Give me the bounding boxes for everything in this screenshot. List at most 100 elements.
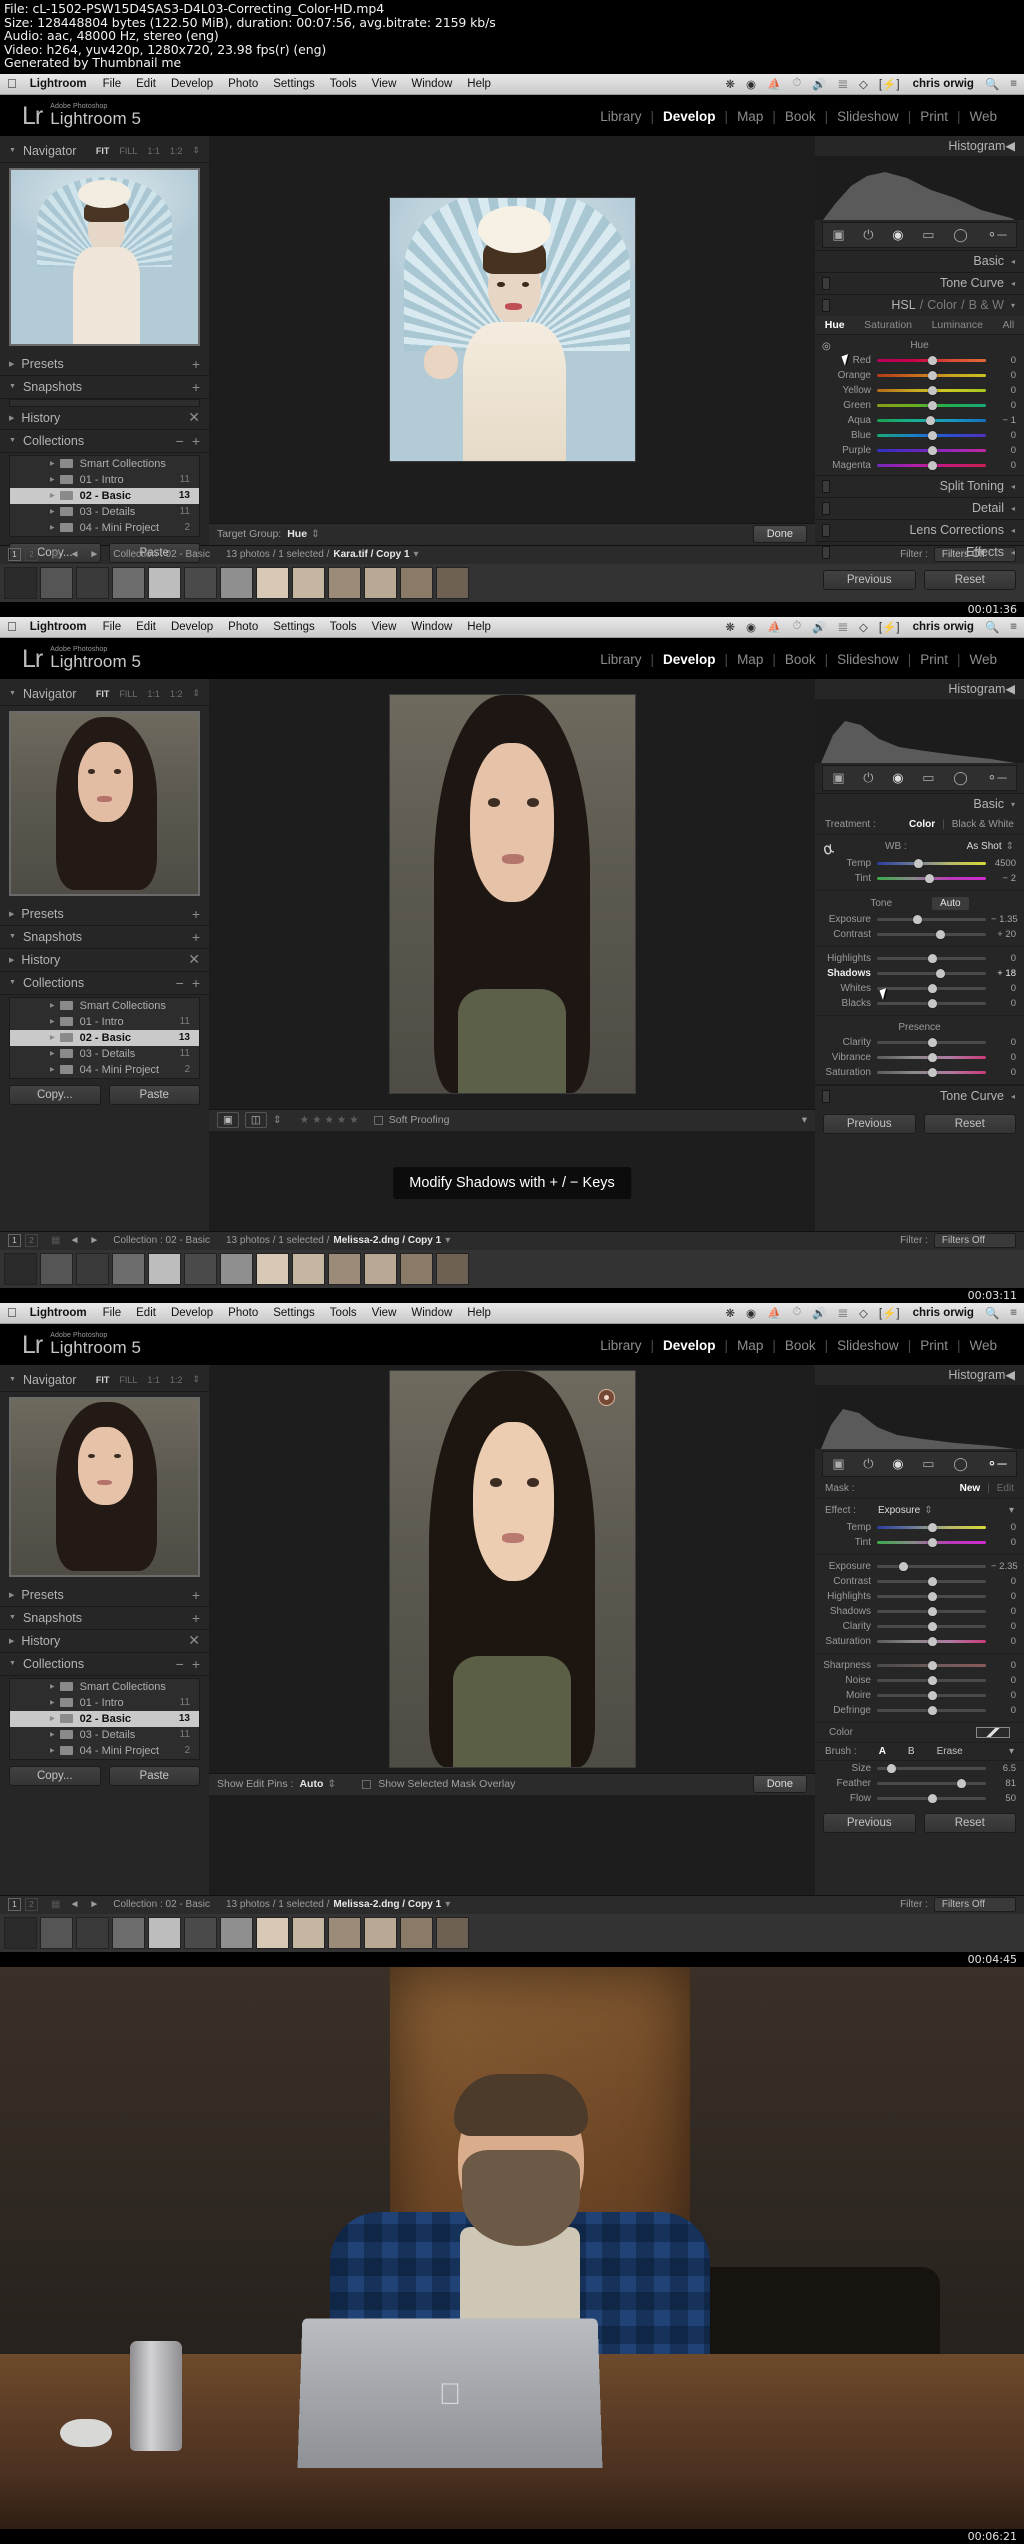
wifi-icon[interactable]: ◇	[859, 77, 868, 91]
apple-menu-icon[interactable]: 	[7, 77, 17, 90]
filmstrip-thumb[interactable]	[256, 1916, 289, 1949]
slider-knob[interactable]	[927, 998, 937, 1008]
edit-pin[interactable]	[597, 1388, 615, 1406]
reset-button[interactable]: Reset	[923, 1812, 1016, 1833]
slider-value[interactable]: 0	[986, 355, 1016, 366]
filmstrip-thumb[interactable]	[220, 566, 253, 599]
notification-icon[interactable]: ≡	[1010, 621, 1017, 633]
screen-1-button[interactable]: 1	[8, 1234, 21, 1248]
chevron-right-icon[interactable]: ▶	[50, 460, 55, 467]
menu-settings[interactable]: Settings	[273, 78, 315, 90]
collection-row-smart[interactable]: ▶ Smart Collections	[10, 456, 199, 472]
slider-value[interactable]: 0	[986, 1537, 1016, 1548]
slider-track[interactable]	[877, 914, 986, 924]
slider-row-defringe[interactable]: Defringe 0	[815, 1703, 1024, 1718]
graduated-filter-icon[interactable]: ▭	[922, 1456, 934, 1472]
navigator-disclosure-icon[interactable]: ▼	[9, 1376, 16, 1383]
creative-cloud-icon[interactable]: ◉	[746, 620, 756, 634]
menu-window[interactable]: Window	[411, 1307, 452, 1319]
zoom-1-1[interactable]: 1:1	[147, 146, 160, 156]
slider-knob[interactable]	[927, 1591, 937, 1601]
subtab-saturation[interactable]: Saturation	[864, 319, 912, 331]
spot-removal-icon[interactable]: ⏻	[863, 227, 873, 243]
filmstrip-thumb[interactable]	[148, 566, 181, 599]
filmstrip-file-chevron-icon[interactable]: ▾	[414, 549, 419, 560]
module-print[interactable]: Print	[911, 109, 957, 124]
bluetooth-icon[interactable]: 𝌆	[838, 77, 848, 91]
zoom-1-1[interactable]: 1:1	[147, 1375, 160, 1385]
menu-view[interactable]: View	[372, 78, 397, 90]
slider-track[interactable]	[877, 1793, 986, 1803]
slider-knob[interactable]	[927, 1576, 937, 1586]
slider-value[interactable]: 0	[986, 953, 1016, 964]
redeye-tool-icon[interactable]: ◉	[892, 770, 903, 786]
slider-track[interactable]	[877, 1763, 986, 1773]
filmstrip-thumb[interactable]	[364, 1252, 397, 1285]
navigator-header-3[interactable]: ▼ Navigator FIT FILL 1:1 1:2 ⇕	[0, 1369, 209, 1392]
slider-value[interactable]: 0	[986, 1705, 1016, 1716]
hsl-collapse-icon[interactable]: ▾	[1011, 301, 1015, 310]
menu-photo[interactable]: Photo	[228, 78, 258, 90]
menu-file[interactable]: File	[103, 78, 122, 90]
filmstrip-thumbnails-3[interactable]	[0, 1913, 1024, 1952]
module-slideshow[interactable]: Slideshow	[828, 652, 908, 667]
module-map[interactable]: Map	[728, 652, 772, 667]
effects-header-1[interactable]: Effects ◂	[815, 540, 1024, 563]
history-disclosure-icon[interactable]: ▶	[9, 414, 14, 422]
collection-row-details[interactable]: ▶ 03 - Details 11	[10, 504, 199, 520]
bw-label[interactable]: B & W	[969, 298, 1004, 312]
slider-row-feather[interactable]: Feather 81	[815, 1776, 1024, 1791]
presets-header-3[interactable]: ▶ Presets +	[0, 1584, 209, 1607]
slider-track[interactable]	[877, 968, 986, 978]
volume-icon[interactable]: 🔊	[812, 620, 826, 634]
slider-row-saturation[interactable]: Saturation 0	[815, 1065, 1024, 1080]
slider-track[interactable]	[877, 998, 986, 1008]
histogram-header-3[interactable]: Histogram ◀	[815, 1365, 1024, 1385]
module-web[interactable]: Web	[960, 652, 1006, 667]
done-button[interactable]: Done	[752, 1775, 807, 1794]
histogram-header-1[interactable]: Histogram ◀	[815, 136, 1024, 156]
filmstrip-thumb[interactable]	[328, 566, 361, 599]
module-book[interactable]: Book	[776, 652, 825, 667]
slider-knob[interactable]	[927, 983, 937, 993]
module-develop[interactable]: Develop	[654, 109, 725, 124]
previous-button[interactable]: Previous	[823, 569, 916, 590]
slider-value[interactable]: 0	[986, 998, 1016, 1009]
zoom-fit[interactable]: FIT	[96, 146, 110, 156]
filmstrip-thumb[interactable]	[220, 1916, 253, 1949]
slider-track[interactable]	[877, 929, 986, 939]
slider-row-contrast[interactable]: Contrast + 20	[815, 927, 1024, 942]
slider-value[interactable]: 4500	[986, 858, 1016, 869]
collection-row-basic[interactable]: ▶ 02 - Basic 13	[10, 487, 199, 504]
presets-disclosure-icon[interactable]: ▶	[9, 1591, 14, 1599]
brush-collapse-icon[interactable]: ▾	[1009, 1746, 1014, 1757]
presets-add-icon[interactable]: +	[192, 1587, 200, 1603]
adjustment-brush-icon[interactable]: ⚬─	[986, 770, 1006, 786]
slider-row-tint[interactable]: Tint 0	[815, 1535, 1024, 1550]
snapshots-disclosure-icon[interactable]: ▼	[9, 1614, 16, 1621]
presets-header-2[interactable]: ▶ Presets +	[0, 903, 209, 926]
hsl-section-header-1[interactable]: HSL / Color / B & W ▾	[815, 293, 1024, 316]
filmstrip-thumb[interactable]	[400, 1916, 433, 1949]
menu-file[interactable]: File	[103, 621, 122, 633]
snapshots-disclosure-icon[interactable]: ▼	[9, 383, 16, 390]
collection-row-intro[interactable]: ▶ 01 - Intro 11	[10, 1695, 199, 1711]
slider-row-orange[interactable]: Orange 0	[815, 368, 1024, 383]
slider-row-temp[interactable]: Temp 4500	[815, 856, 1024, 871]
volume-icon[interactable]: 🔊	[812, 1306, 826, 1320]
zoom-1-2[interactable]: 1:2	[170, 689, 183, 699]
nav-forward-icon[interactable]: ►	[89, 1235, 99, 1246]
slider-row-highlights[interactable]: Highlights 0	[815, 951, 1024, 966]
previous-button[interactable]: Previous	[823, 1812, 916, 1833]
bluetooth-icon[interactable]: 𝌆	[838, 1306, 848, 1320]
slider-row-clarity[interactable]: Clarity 0	[815, 1619, 1024, 1634]
chevron-right-icon[interactable]: ▶	[50, 1747, 55, 1754]
slider-value[interactable]: 81	[986, 1778, 1016, 1789]
hsl-switch-icon[interactable]	[822, 298, 830, 312]
collections-header-1[interactable]: ▼ Collections − +	[0, 430, 209, 453]
brush-color-swatch[interactable]	[976, 1726, 1010, 1738]
paste-button[interactable]: Paste	[108, 1084, 200, 1105]
mask-overlay-checkbox[interactable]	[362, 1779, 372, 1789]
airplay-icon[interactable]: ⛵	[767, 77, 781, 91]
wifi-icon[interactable]: ◇	[859, 1306, 868, 1320]
